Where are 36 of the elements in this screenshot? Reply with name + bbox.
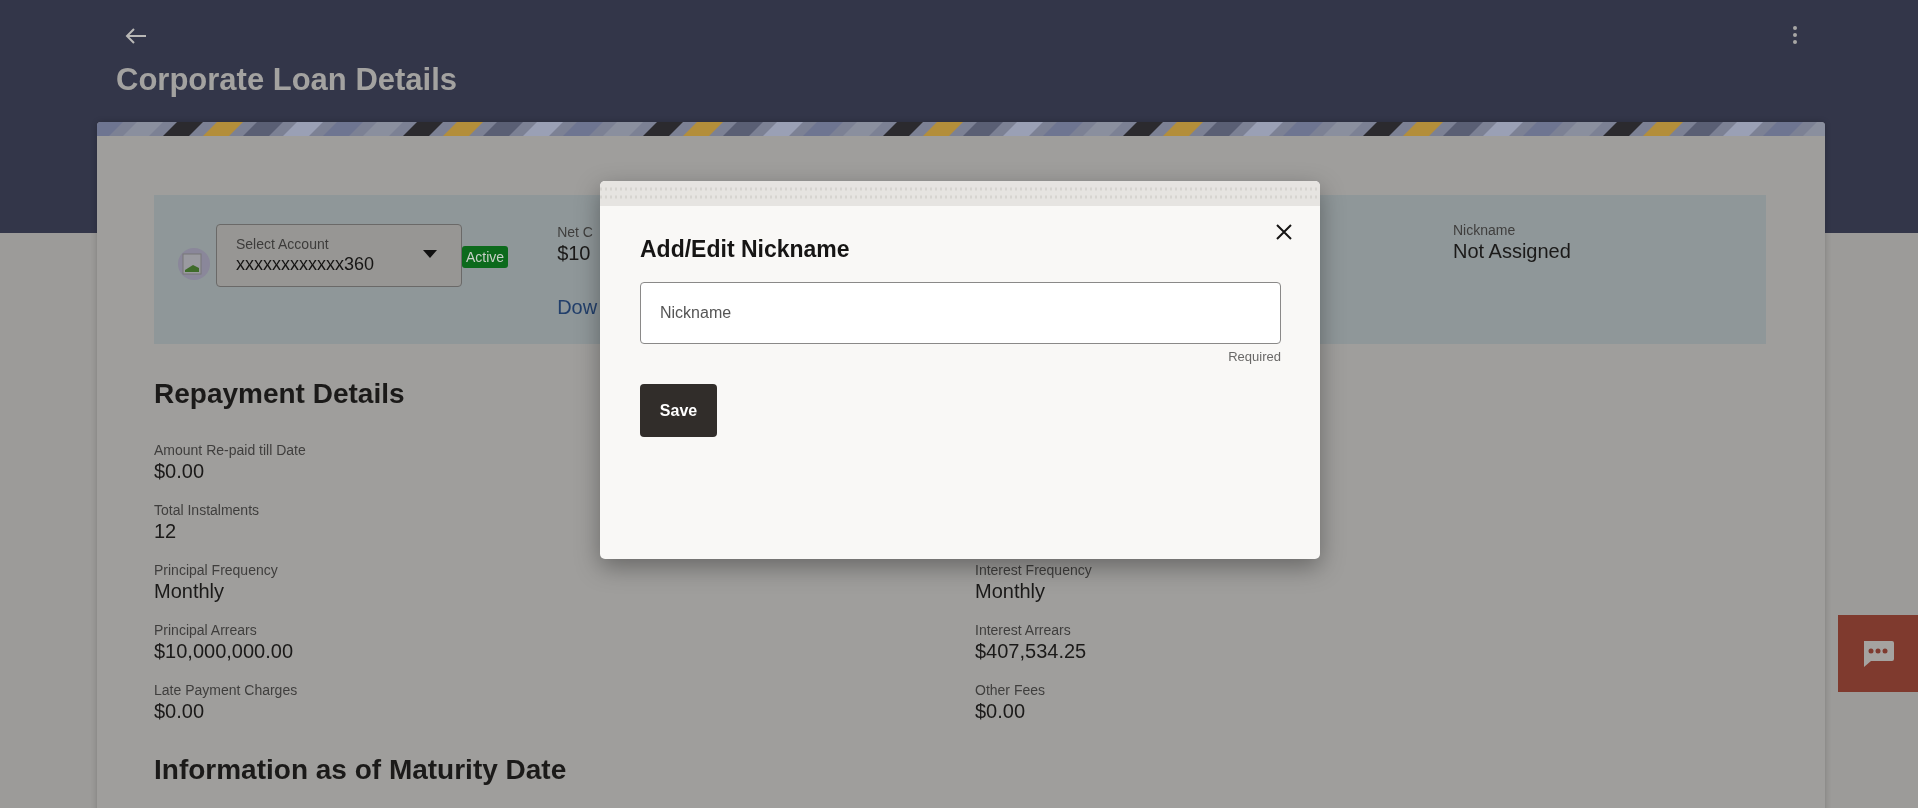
- field-label: Principal Arrears: [154, 622, 257, 638]
- account-dropdown[interactable]: Select Account xxxxxxxxxxxx360: [216, 224, 462, 287]
- field-value: $0.00: [975, 700, 1026, 723]
- field-label: Late Payment Charges: [154, 682, 298, 698]
- status-badge: Active: [462, 246, 509, 268]
- field-label: Total Instalments: [154, 502, 260, 518]
- chat-icon: [1861, 638, 1895, 669]
- field-value: Monthly: [154, 580, 225, 603]
- caret-icon: [423, 250, 437, 258]
- close-icon[interactable]: [1274, 222, 1294, 242]
- field-label: Interest Arrears: [975, 622, 1071, 638]
- field-value: $10: [557, 242, 592, 265]
- page-title: Corporate Loan Details: [116, 62, 458, 98]
- dialog-title: Add/Edit Nickname: [640, 236, 850, 263]
- field-label: Net C: [557, 224, 594, 240]
- save-button[interactable]: Save: [640, 384, 717, 437]
- section-heading: Information as of Maturity Date: [154, 754, 568, 786]
- field-value: $0.00: [154, 700, 205, 723]
- field-label: Amount Re-paid till Date: [154, 442, 306, 458]
- chat-button[interactable]: [1838, 615, 1918, 692]
- field-value: 12: [154, 520, 177, 543]
- field-label: Interest Frequency: [975, 562, 1092, 578]
- field-value: Monthly: [975, 580, 1046, 603]
- image-placeholder-icon: [178, 248, 210, 280]
- field-value: $407,534.25: [975, 640, 1087, 663]
- field-label: Principal Frequency: [154, 562, 278, 578]
- field-label: Other Fees: [975, 682, 1046, 698]
- field-value: $10,000,000.00: [154, 640, 294, 663]
- more-options-icon[interactable]: [1790, 24, 1800, 46]
- download-link[interactable]: Dow: [557, 296, 598, 319]
- field-label: Nickname: [1453, 222, 1517, 238]
- field-value: $0.00: [154, 460, 205, 483]
- field-value: Not Assigned: [1453, 240, 1572, 263]
- nickname-input[interactable]: Nickname: [640, 282, 1281, 344]
- back-icon[interactable]: [124, 26, 148, 46]
- required-hint: Required: [1228, 349, 1281, 364]
